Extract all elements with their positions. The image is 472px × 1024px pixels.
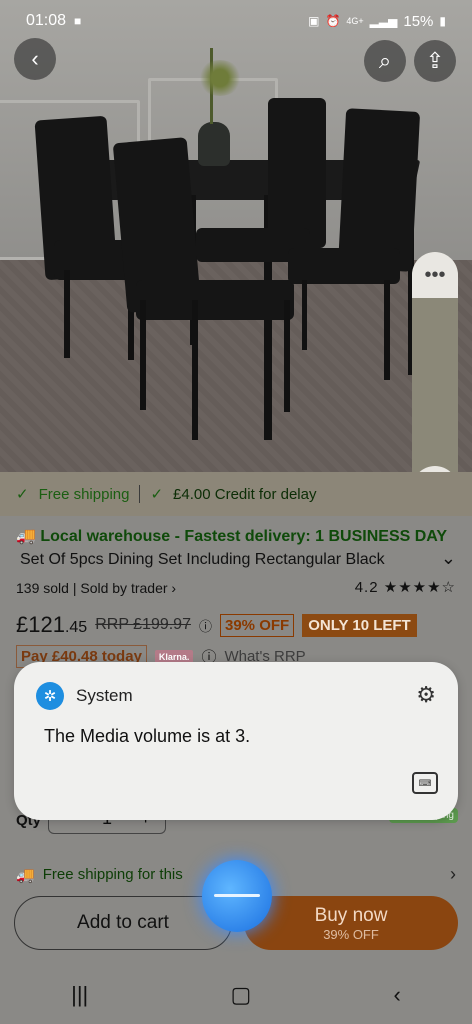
info-icon[interactable]: ⓘ: [199, 616, 212, 635]
back-icon[interactable]: ‹: [394, 982, 401, 1008]
chair-leg: [64, 270, 70, 358]
free-shipping-line[interactable]: 🚚 Free shipping for this: [16, 866, 183, 884]
truck-icon: 🚚: [16, 528, 36, 545]
chair-seat: [136, 280, 294, 320]
gear-icon[interactable]: ⚙: [416, 682, 436, 708]
chair-leg: [384, 280, 390, 380]
sold-line: 139 sold | Sold by trader ›: [16, 580, 176, 596]
notification-app-name: System: [76, 686, 133, 705]
stars-icon: ★★★★☆: [383, 579, 456, 596]
buy-now-sub: 39% OFF: [323, 926, 379, 942]
alarm-icon: ⏰: [325, 14, 341, 28]
check-icon: ✓: [16, 486, 29, 503]
more-dots-icon[interactable]: •••: [412, 252, 458, 298]
stock-badge: ONLY 10 LEFT: [302, 613, 417, 637]
notification-message: The Media volume is at 3.: [44, 726, 251, 746]
price-decimal: .45: [64, 619, 88, 636]
battery-icon: ▮: [439, 14, 446, 28]
check-icon: ✓: [150, 486, 164, 503]
product-image[interactable]: ‹ ⌕ ⇪: [0, 0, 472, 472]
warehouse-line: 🚚 Local warehouse - Fastest delivery: 1 …: [16, 526, 447, 546]
price: £121.45: [16, 612, 87, 638]
plant-leaves: [198, 60, 242, 96]
price-main: £121: [16, 612, 65, 637]
shipping-bar: ✓ Free shipping ✓ £4.00 Credit for delay: [0, 472, 472, 516]
seller-link[interactable]: Sold by trader: [80, 580, 167, 596]
rating-value: 4.2: [354, 579, 379, 596]
system-nav-bar: ||| ▢ ‹: [0, 966, 472, 1024]
truck-icon: 🚚: [16, 867, 35, 884]
discount-badge: 39% OFF: [220, 613, 295, 637]
rrp-price: RRP £199.97: [95, 616, 191, 633]
chair-leg: [192, 300, 198, 440]
search-icon[interactable]: ⌕: [364, 40, 406, 82]
keyboard-icon[interactable]: ⌨: [412, 772, 438, 794]
add-to-cart-button[interactable]: Add to cart: [14, 896, 232, 950]
recents-icon[interactable]: |||: [71, 982, 88, 1008]
home-icon[interactable]: ▢: [231, 982, 252, 1008]
product-title[interactable]: Set Of 5pcs Dining Set Including Rectang…: [20, 551, 440, 569]
chevron-right-icon[interactable]: ›: [171, 580, 176, 596]
free-shipping-line-text: Free shipping for this: [42, 866, 183, 883]
buy-now-label: Buy now: [314, 904, 388, 926]
chair-leg: [140, 300, 146, 410]
assistant-orb-icon[interactable]: [202, 860, 272, 932]
back-arrow-icon[interactable]: ‹: [14, 38, 56, 80]
free-shipping-text: Free shipping: [38, 485, 130, 503]
vase: [198, 122, 230, 166]
chair-leg: [302, 280, 307, 350]
chair-seat: [288, 248, 400, 284]
screen: ‹ ⌕ ⇪ 01:08 ■ ▣ ⏰ 4G+ ▂▃▅ 15% ▮ ••• ◔ ✓ …: [0, 0, 472, 1024]
rating[interactable]: 4.2 ★★★★☆: [355, 578, 456, 596]
settings-app-icon: ✲: [36, 682, 64, 710]
chair: [268, 98, 326, 248]
sold-count: 139 sold: [16, 580, 69, 596]
share-icon[interactable]: ⇪: [414, 40, 456, 82]
chair-leg: [284, 300, 290, 412]
buy-now-button[interactable]: Buy now 39% OFF: [244, 896, 458, 950]
status-time: 01:08: [26, 12, 67, 29]
signal-icon: ▂▃▅: [369, 14, 398, 28]
warehouse-text: Local warehouse - Fastest delivery: 1 BU…: [40, 528, 448, 545]
volume-notification: ✲ System ⚙ The Media volume is at 3. ⌨: [14, 662, 458, 820]
battery-text: 15%: [403, 12, 434, 30]
price-row: £121.45 RRP £199.97 ⓘ 39% OFF ONLY 10 LE…: [16, 612, 417, 638]
divider: [139, 485, 141, 503]
chevron-right-icon[interactable]: ›: [450, 864, 456, 885]
chevron-down-icon[interactable]: ⌄: [441, 548, 456, 569]
alert-icon: ■: [74, 14, 82, 28]
mail-icon: ▣: [308, 14, 320, 28]
network-type: 4G+: [346, 16, 364, 26]
credit-text: £4.00 Credit for delay: [173, 485, 317, 503]
status-bar: 01:08 ■ ▣ ⏰ 4G+ ▂▃▅ 15% ▮: [0, 0, 472, 42]
